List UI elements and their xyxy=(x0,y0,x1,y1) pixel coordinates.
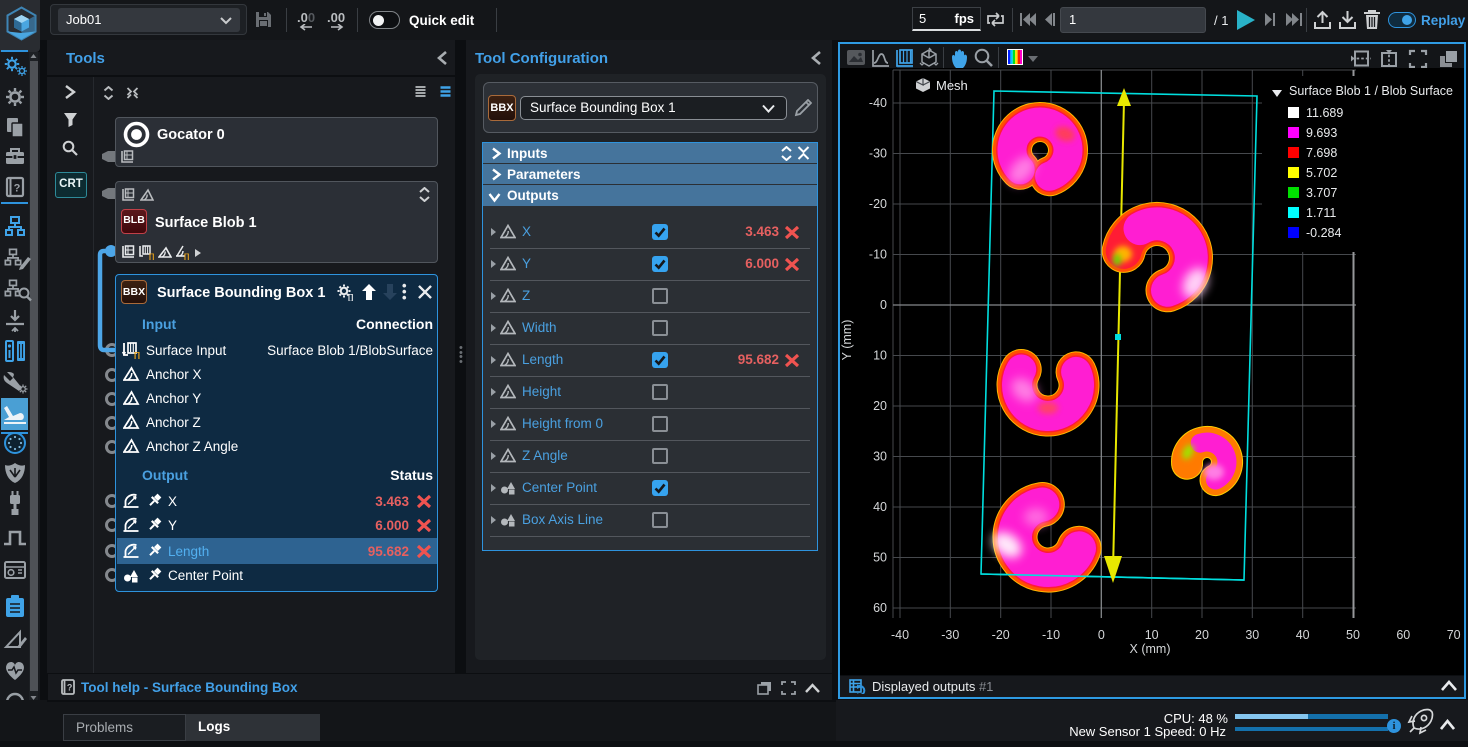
svg-text:Y (mm): Y (mm) xyxy=(840,320,854,361)
svg-text:-10: -10 xyxy=(869,248,887,262)
svg-text:-20: -20 xyxy=(869,197,887,211)
svg-text:10: 10 xyxy=(1145,628,1159,642)
svg-text:9.693: 9.693 xyxy=(1306,126,1337,140)
svg-text:-30: -30 xyxy=(869,147,887,161)
svg-text:-40: -40 xyxy=(869,96,887,110)
svg-text:30: 30 xyxy=(1245,628,1259,642)
svg-text:?: ? xyxy=(14,183,21,195)
svg-text:50: 50 xyxy=(873,551,887,565)
svg-text:40: 40 xyxy=(873,500,887,514)
svg-text:60: 60 xyxy=(1396,628,1410,642)
svg-text:7.698: 7.698 xyxy=(1306,146,1337,160)
svg-text:20: 20 xyxy=(1195,628,1209,642)
svg-text:-40: -40 xyxy=(891,628,909,642)
svg-text:X (mm): X (mm) xyxy=(1130,642,1171,656)
svg-text:Mesh: Mesh xyxy=(936,78,968,93)
svg-text:3.707: 3.707 xyxy=(1306,186,1337,200)
svg-text:40: 40 xyxy=(1296,628,1310,642)
svg-text:30: 30 xyxy=(873,450,887,464)
svg-text:-10: -10 xyxy=(1042,628,1060,642)
svg-text:0: 0 xyxy=(880,298,887,312)
svg-text:11.689: 11.689 xyxy=(1306,106,1343,120)
svg-text:1.711: 1.711 xyxy=(1306,206,1336,220)
svg-text:5.702: 5.702 xyxy=(1306,166,1337,180)
svg-text:50: 50 xyxy=(1346,628,1360,642)
svg-text:[]: [] xyxy=(149,253,155,261)
svg-text:[]: [] xyxy=(184,253,190,261)
svg-text:[]: [] xyxy=(134,351,140,359)
svg-text:20: 20 xyxy=(873,399,887,413)
svg-text:0: 0 xyxy=(1098,628,1105,642)
svg-text:-30: -30 xyxy=(941,628,959,642)
svg-text:60: 60 xyxy=(873,601,887,615)
svg-text:10: 10 xyxy=(873,349,887,363)
svg-text:Surface Blob 1 / Blob Surface: Surface Blob 1 / Blob Surface xyxy=(1289,84,1453,98)
svg-text:[]: [] xyxy=(348,293,354,301)
svg-text:-0.284: -0.284 xyxy=(1306,226,1341,240)
svg-text:?: ? xyxy=(67,683,73,693)
svg-text:70: 70 xyxy=(1447,628,1461,642)
svg-text:-20: -20 xyxy=(992,628,1010,642)
